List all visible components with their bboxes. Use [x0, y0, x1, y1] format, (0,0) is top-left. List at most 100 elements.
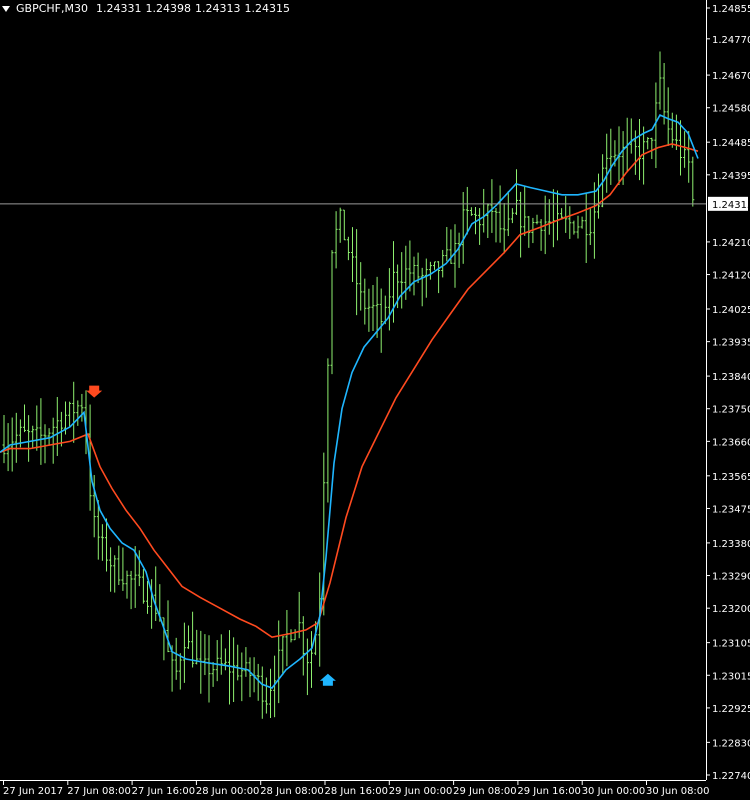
price-bar	[248, 657, 252, 698]
price-bar	[416, 252, 420, 284]
price-tick-label: 1.23380	[712, 539, 750, 550]
price-bar	[420, 267, 424, 307]
price-bar	[195, 629, 199, 665]
price-bar	[359, 262, 363, 311]
symbol-header: GBPCHF,M30 1.24331 1.24398 1.24313 1.243…	[2, 2, 290, 16]
price-tick-label: 1.23750	[712, 405, 750, 416]
price-bar	[236, 644, 240, 681]
price-bar	[191, 611, 195, 668]
price-tick-label: 1.23840	[712, 372, 750, 383]
price-bar	[666, 87, 670, 146]
price-bar	[519, 191, 523, 258]
price-tick-label: 1.22830	[712, 738, 750, 749]
time-tick-label: 29 Jun 00:00	[389, 786, 453, 797]
price-bar	[14, 412, 18, 463]
price-bar	[469, 207, 473, 216]
blue-up-arrow-icon[interactable]	[319, 673, 336, 686]
price-bar	[646, 137, 650, 150]
price-bar	[178, 653, 182, 690]
price-bar	[219, 634, 223, 675]
price-bar	[428, 261, 432, 280]
price-bar	[580, 216, 584, 229]
price-bar	[310, 631, 313, 688]
price-tick-label: 1.24770	[712, 35, 750, 46]
price-bar	[31, 425, 35, 449]
price-bar	[215, 640, 219, 682]
red-down-arrow-icon[interactable]	[86, 385, 103, 398]
price-bar	[342, 209, 346, 241]
price-bar	[240, 652, 244, 702]
price-bar	[658, 51, 662, 110]
price-bar	[371, 285, 375, 332]
price-bar	[629, 118, 633, 154]
price-tick-label: 1.23935	[712, 338, 750, 349]
price-bar	[539, 219, 543, 251]
price-bar	[207, 635, 211, 703]
price-bar	[23, 404, 26, 433]
price-bar	[109, 547, 113, 592]
price-bar	[437, 261, 441, 294]
price-bar	[105, 518, 108, 572]
price-bar	[211, 662, 215, 687]
price-bar	[174, 637, 178, 680]
price-bar	[289, 629, 293, 643]
price-bar	[117, 545, 121, 586]
price-chart[interactable]: 1.24855 1.24770 1.24670 1.24580 1.24485 1.243…	[0, 0, 750, 800]
price-bar	[605, 133, 609, 193]
price-bar	[453, 224, 457, 288]
price-bar	[424, 258, 428, 298]
slow-moving-average-line	[0, 143, 699, 639]
time-tick-label: 30 Jun 08:00	[646, 786, 710, 797]
chart-window[interactable]: 1.24855 1.24770 1.24670 1.24580 1.24485 1.243…	[0, 0, 750, 800]
low-price: 1.24313	[194, 2, 241, 15]
price-bar	[269, 668, 272, 719]
price-bar	[293, 629, 297, 641]
price-tick-label: 1.22925	[712, 704, 750, 715]
price-bar	[486, 203, 490, 239]
price-bar	[588, 207, 592, 246]
price-bar	[182, 622, 186, 683]
price-bar	[642, 126, 646, 185]
price-bar	[461, 192, 465, 264]
price-tick-label: 1.24580	[712, 104, 750, 115]
time-tick-label: 27 Jun 2017	[3, 786, 63, 797]
price-bar	[338, 207, 342, 243]
price-tick-label: 1.24670	[712, 71, 750, 82]
price-bar	[301, 616, 305, 676]
price-bar	[510, 208, 514, 224]
time-tick-label: 28 Jun 08:00	[260, 786, 324, 797]
current-price-label: 1.24315	[712, 200, 750, 211]
price-bar	[228, 630, 231, 705]
price-bar	[547, 199, 551, 235]
price-bar	[597, 173, 600, 219]
price-bar	[351, 227, 354, 282]
price-bar	[523, 185, 527, 236]
price-bar	[363, 278, 367, 325]
price-bar	[72, 381, 76, 443]
price-bar	[490, 179, 494, 233]
price-bar	[568, 206, 572, 239]
triangle-down-icon[interactable]	[2, 6, 10, 12]
time-tick-label: 28 Jun 00:00	[196, 786, 260, 797]
price-bar	[260, 666, 264, 719]
price-bar	[100, 524, 104, 561]
price-bar	[564, 196, 568, 233]
price-bar	[494, 207, 498, 243]
price-bar	[441, 249, 445, 278]
time-tick-label: 27 Jun 08:00	[67, 786, 131, 797]
price-bar	[638, 119, 641, 181]
price-tick-label: 1.24855	[712, 4, 750, 15]
price-bar	[367, 288, 371, 332]
price-bar	[691, 156, 695, 207]
price-bar	[683, 131, 687, 168]
price-bar	[154, 566, 158, 622]
price-bar	[43, 424, 47, 464]
price-tick-label: 1.24210	[712, 238, 750, 249]
price-bar	[121, 547, 125, 591]
price-bar	[76, 400, 80, 426]
price-bar	[223, 648, 227, 671]
price-tick-label: 1.23290	[712, 572, 750, 583]
price-bar	[551, 189, 555, 248]
price-bar	[137, 550, 141, 587]
time-tick-label: 30 Jun 00:00	[582, 786, 646, 797]
